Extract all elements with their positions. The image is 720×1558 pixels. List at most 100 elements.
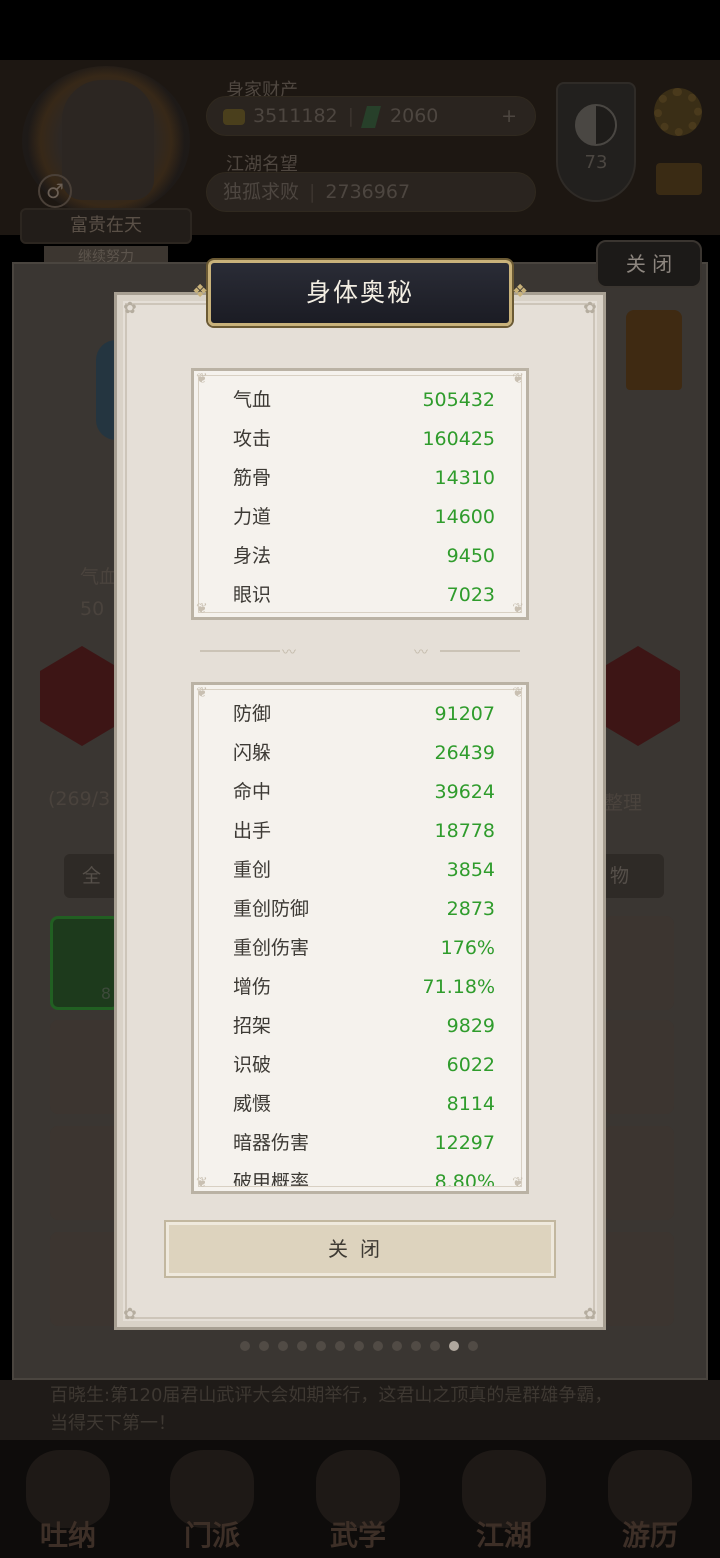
stat-label: 筋骨 [233, 467, 272, 489]
inventory-slot[interactable] [50, 1232, 120, 1326]
stat-value: 9829 [446, 1015, 495, 1037]
corner-ornament: ❦ [196, 371, 208, 387]
stat-value: 160425 [422, 428, 495, 450]
stat-row: 破甲概率 8.80% [233, 1164, 495, 1186]
stat-row: 暗器伤害 12297 [233, 1125, 495, 1161]
corner-ornament: ❦ [512, 685, 524, 701]
bg-stat-value: 50 [80, 598, 105, 620]
inventory-slot[interactable] [604, 1126, 674, 1220]
inventory-slot[interactable] [604, 1020, 674, 1114]
stat-row: 重创伤害 176% [233, 930, 495, 966]
stat-label: 识破 [233, 1054, 272, 1076]
corner-ornament: ❦ [512, 601, 524, 617]
close-panel-tab[interactable]: 关 闭 [596, 240, 702, 288]
stat-label: 闪躲 [233, 742, 272, 764]
level-badge[interactable]: 73 [556, 82, 636, 202]
yin-yang-icon [575, 104, 617, 146]
stat-label: 重创防御 [233, 898, 310, 920]
inventory-slot[interactable] [50, 1020, 120, 1114]
page-dot[interactable] [354, 1341, 364, 1351]
news-line: 当得天下第一！ [50, 1413, 176, 1434]
settings-gear-icon[interactable] [654, 88, 702, 136]
stat-value: 2873 [446, 898, 495, 920]
page-dot[interactable] [468, 1341, 478, 1351]
news-ticker: 百晓生:第120届君山武评大会如期举行，这君山之顶真的是群雄争霸， 当得天下第一… [0, 1380, 720, 1440]
advanced-stats-box[interactable]: 防御 91207 闪躲 26439 命中 39624 出手 18778 重创 3854 重创防御 28… [191, 682, 529, 1194]
stat-row: 重创防御 2873 [233, 891, 495, 927]
nav-tuna-button[interactable]: 吐纳 [8, 1440, 128, 1558]
gem-icon [361, 105, 381, 128]
section-divider: 〰 〰 [200, 644, 520, 661]
stat-row: 出手 18778 [233, 813, 495, 849]
nav-martial-button[interactable]: 武学 [298, 1440, 418, 1558]
stat-value: 8114 [446, 1093, 495, 1115]
stat-value: 7023 [446, 584, 495, 606]
level-value: 73 [584, 152, 608, 173]
stat-row: 闪躲 26439 [233, 735, 495, 771]
nav-label: 游历 [621, 1519, 678, 1552]
stat-label: 增伤 [233, 976, 272, 998]
inventory-slot[interactable] [604, 916, 674, 1010]
stat-value: 91207 [434, 703, 495, 725]
inventory-slot[interactable] [50, 1126, 120, 1220]
page-dot[interactable] [278, 1341, 288, 1351]
stat-label: 身法 [233, 545, 272, 567]
nav-sect-button[interactable]: 门派 [152, 1440, 272, 1558]
bag-capacity: (269/3 [48, 788, 111, 810]
mail-icon[interactable] [656, 163, 702, 195]
stat-value: 505432 [422, 389, 495, 411]
stat-value: 9450 [446, 545, 495, 567]
stat-label: 重创伤害 [233, 937, 310, 959]
gender-male-icon: ♂ [38, 174, 72, 208]
stat-value: 14600 [434, 506, 495, 528]
nav-jianghu-button[interactable]: 江湖 [444, 1440, 564, 1558]
close-button[interactable]: 关闭 [164, 1220, 556, 1278]
stat-row: 防御 91207 [233, 696, 495, 732]
base-stats-list: 气血 505432 攻击 160425 筋骨 14310 力道 14600 身法 9450 眼识 70… [198, 375, 522, 613]
page-dot[interactable] [240, 1341, 250, 1351]
page-dot[interactable] [392, 1341, 402, 1351]
rank-title-plate: 富贵在天 [20, 208, 192, 244]
title-ornament-icon: ❖ [192, 281, 209, 302]
inventory-slot[interactable]: 8 [50, 916, 120, 1010]
corner-ornament: ✿ [583, 298, 597, 317]
stat-row: 气血 505432 [233, 382, 495, 418]
page-dot[interactable] [297, 1341, 307, 1351]
stat-value: 71.18% [422, 976, 495, 998]
coin-icon [223, 108, 245, 125]
nav-label: 武学 [329, 1519, 386, 1552]
coin-amount: 3511182 [253, 105, 338, 127]
corner-ornament: ❦ [512, 1175, 524, 1191]
base-stats-box: 气血 505432 攻击 160425 筋骨 14310 力道 14600 身法 9450 眼识 70… [191, 368, 529, 620]
page-dot[interactable] [430, 1341, 440, 1351]
category-item-tab[interactable]: 物 [598, 854, 664, 898]
stat-value: 3854 [446, 859, 495, 881]
stat-value: 12297 [434, 1132, 495, 1154]
page-dot[interactable] [411, 1341, 421, 1351]
page-dot[interactable] [449, 1341, 459, 1351]
add-currency-button[interactable]: + [501, 97, 517, 135]
corner-ornament: ❦ [196, 685, 208, 701]
page-indicator [240, 1336, 487, 1351]
nav-label: 门派 [183, 1519, 240, 1552]
stat-row: 攻击 160425 [233, 421, 495, 457]
nav-travel-button[interactable]: 游历 [590, 1440, 710, 1558]
corner-ornament: ❦ [512, 371, 524, 387]
gem-amount: 2060 [390, 105, 439, 127]
stat-label: 气血 [233, 389, 272, 411]
stat-value: 14310 [434, 467, 495, 489]
page-dot[interactable] [316, 1341, 326, 1351]
sort-button[interactable]: 整理 [604, 788, 642, 815]
inventory-slot[interactable] [604, 1232, 674, 1326]
lantern-badge-icon[interactable] [626, 310, 682, 390]
dialog-title: 身体奥秘 [208, 260, 512, 326]
advanced-stats-scroll-list[interactable]: 防御 91207 闪躲 26439 命中 39624 出手 18778 重创 3854 重创防御 28… [198, 689, 522, 1187]
page-dot[interactable] [335, 1341, 345, 1351]
page-dot[interactable] [373, 1341, 383, 1351]
item-count: 8 [100, 984, 111, 1003]
fame-pill: 独孤求败 | 2736967 [206, 172, 536, 212]
stat-row: 命中 39624 [233, 774, 495, 810]
page-dot[interactable] [259, 1341, 269, 1351]
stat-label: 重创 [233, 859, 272, 881]
corner-ornament: ❦ [196, 601, 208, 617]
